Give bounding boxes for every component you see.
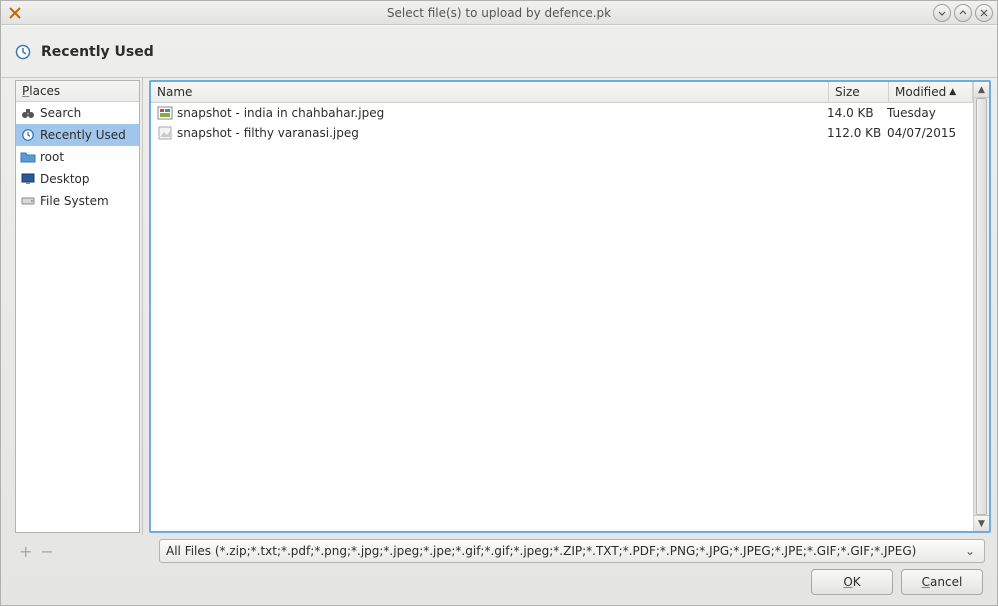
place-label: File System xyxy=(40,194,109,208)
place-label: Search xyxy=(40,106,81,120)
scroll-track[interactable] xyxy=(974,98,989,515)
remove-bookmark-button[interactable]: − xyxy=(40,542,53,561)
places-list: Places Search Recently Used xyxy=(15,80,140,533)
location-heading: Recently Used xyxy=(41,44,154,60)
file-list-frame: Name Size Modified▲ snapshot - india in … xyxy=(149,80,991,533)
file-name: snapshot - filthy varanasi.jpeg xyxy=(177,126,359,140)
cancel-button[interactable]: Cancel xyxy=(901,569,983,595)
file-size: 14.0 KB xyxy=(825,106,885,120)
binoculars-icon xyxy=(20,105,36,121)
clock-icon xyxy=(15,44,31,60)
place-item-filesystem[interactable]: File System xyxy=(16,190,139,212)
window-title: Select file(s) to upload by defence.pk xyxy=(1,6,997,20)
file-table: Name Size Modified▲ snapshot - india in … xyxy=(151,82,973,531)
maximize-button[interactable] xyxy=(954,4,972,22)
place-item-recently-used[interactable]: Recently Used xyxy=(16,124,139,146)
dialog-buttons: OK Cancel xyxy=(15,569,985,595)
close-button[interactable] xyxy=(975,4,993,22)
bottom-area: + − All Files (*.zip;*.txt;*.pdf;*.png;*… xyxy=(1,535,997,605)
scroll-thumb[interactable] xyxy=(976,98,987,515)
column-headers: Name Size Modified▲ xyxy=(151,82,973,103)
location-header: Recently Used xyxy=(1,25,997,78)
place-label: Recently Used xyxy=(40,128,126,142)
place-item-root[interactable]: root xyxy=(16,146,139,168)
place-label: root xyxy=(40,150,64,164)
folder-icon xyxy=(20,149,36,165)
place-item-desktop[interactable]: Desktop xyxy=(16,168,139,190)
file-name: snapshot - india in chahbahar.jpeg xyxy=(177,106,384,120)
sort-asc-icon: ▲ xyxy=(949,87,956,97)
place-label: Desktop xyxy=(40,172,90,186)
column-header-name[interactable]: Name xyxy=(151,82,829,102)
add-bookmark-button[interactable]: + xyxy=(19,542,32,561)
drive-icon xyxy=(20,193,36,209)
file-type-filter[interactable]: All Files (*.zip;*.txt;*.pdf;*.png;*.jpg… xyxy=(159,539,985,563)
places-header: Places xyxy=(16,81,139,102)
ok-button[interactable]: OK xyxy=(811,569,893,595)
places-panel: Places Search Recently Used xyxy=(1,78,143,535)
file-row[interactable]: snapshot - india in chahbahar.jpeg 14.0 … xyxy=(151,103,973,123)
app-icon xyxy=(7,5,23,21)
file-area: Name Size Modified▲ snapshot - india in … xyxy=(143,78,997,535)
desktop-icon xyxy=(20,171,36,187)
clock-icon xyxy=(20,127,36,143)
filter-label: All Files (*.zip;*.txt;*.pdf;*.png;*.jpg… xyxy=(166,544,962,558)
file-rows: snapshot - india in chahbahar.jpeg 14.0 … xyxy=(151,103,973,531)
scroll-down-button[interactable]: ▼ xyxy=(974,515,989,531)
body-area: Places Search Recently Used xyxy=(1,78,997,535)
file-size: 112.0 KB xyxy=(825,126,885,140)
scroll-up-button[interactable]: ▲ xyxy=(974,82,989,98)
titlebar: Select file(s) to upload by defence.pk xyxy=(1,1,997,25)
bookmark-controls: + − xyxy=(15,542,155,561)
window-buttons xyxy=(933,4,993,22)
column-header-size[interactable]: Size xyxy=(829,82,889,102)
image-icon xyxy=(157,105,173,121)
image-icon xyxy=(157,125,173,141)
file-modified: Tuesday xyxy=(885,106,969,120)
place-item-search[interactable]: Search xyxy=(16,102,139,124)
minimize-button[interactable] xyxy=(933,4,951,22)
column-header-modified[interactable]: Modified▲ xyxy=(889,82,973,102)
file-dialog-window: Select file(s) to upload by defence.pk R… xyxy=(0,0,998,606)
file-row[interactable]: snapshot - filthy varanasi.jpeg 112.0 KB… xyxy=(151,123,973,143)
scrollbar[interactable]: ▲ ▼ xyxy=(973,82,989,531)
file-modified: 04/07/2015 xyxy=(885,126,969,140)
chevron-down-icon: ⌄ xyxy=(962,544,978,558)
